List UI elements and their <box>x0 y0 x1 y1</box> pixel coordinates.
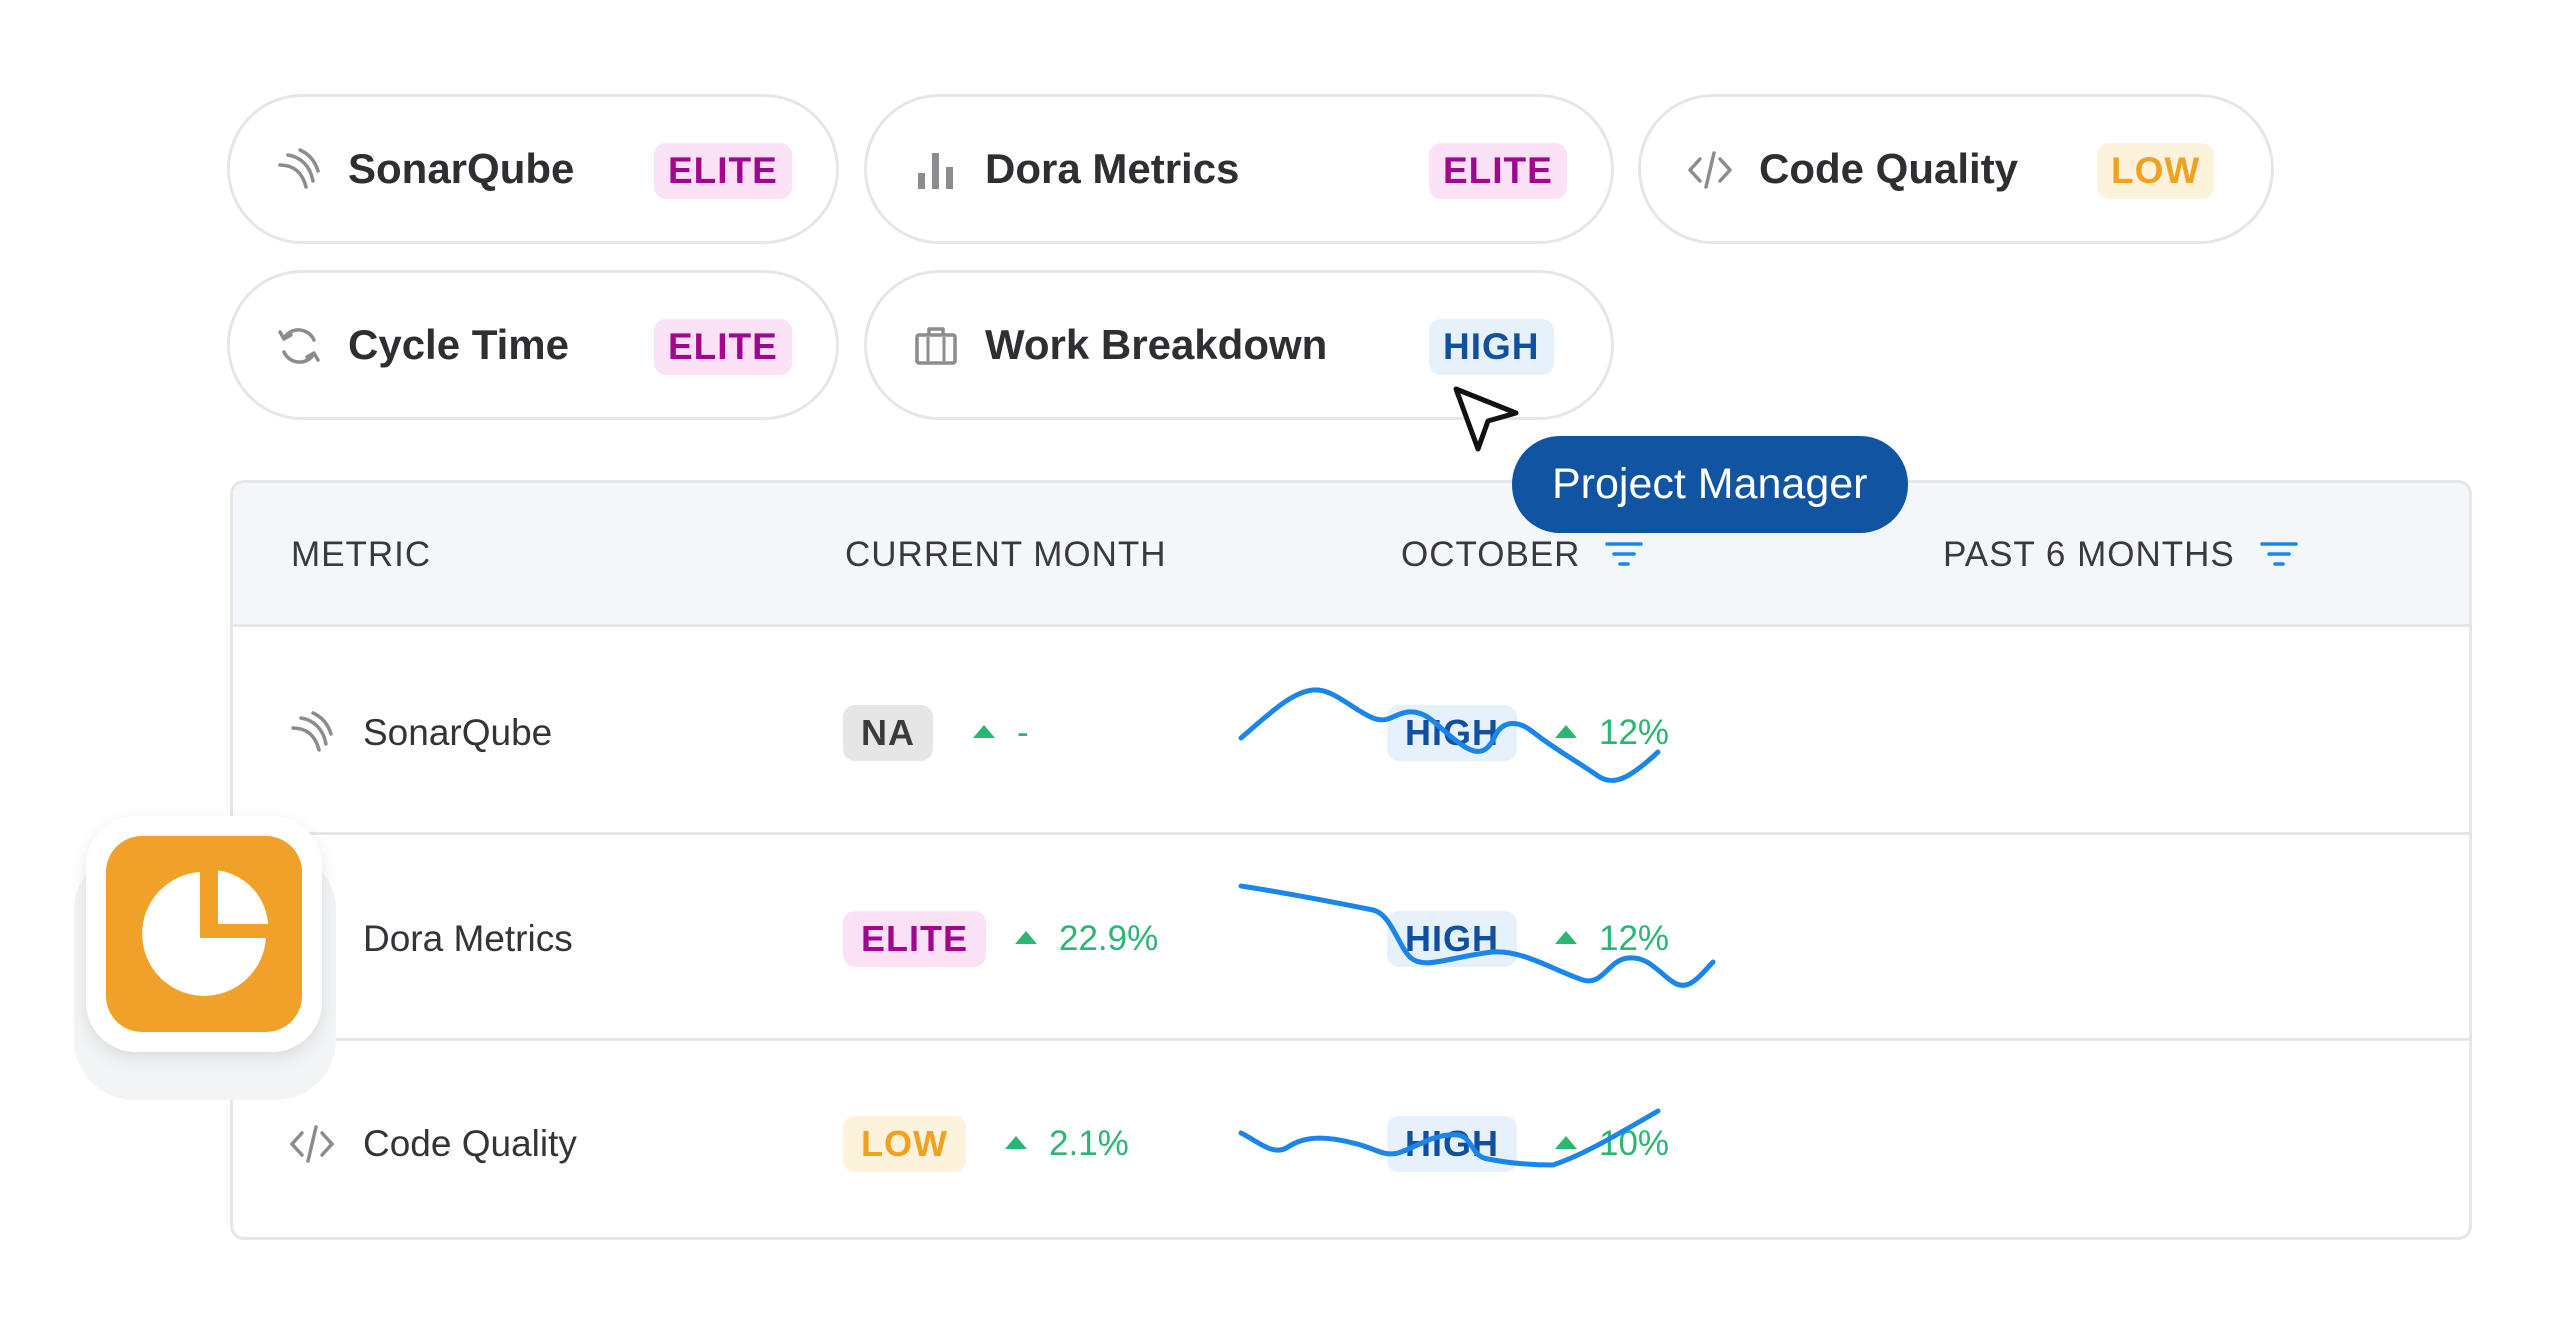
pill-dora-metrics[interactable]: Dora Metrics ELITE <box>864 94 1614 244</box>
metric-label: Code Quality <box>363 1123 577 1164</box>
table-row[interactable]: Dora Metrics ELITE 22.9% HIGH 12% <box>233 836 2469 1041</box>
role-tooltip: Project Manager <box>1512 436 1908 533</box>
pill-cycle-time[interactable]: Cycle Time ELITE <box>227 270 839 420</box>
briefcase-icon <box>915 327 957 365</box>
status-badge: HIGH <box>1429 319 1554 375</box>
change-value: 22.9% <box>1059 919 1159 958</box>
up-arrow-icon <box>973 725 995 738</box>
metric-label: SonarQube <box>363 712 553 753</box>
current-month-badge: LOW <box>843 1116 966 1172</box>
header-metric: METRIC <box>291 535 432 574</box>
status-badge: ELITE <box>654 319 792 375</box>
table-row[interactable]: SonarQube NA - HIGH 12% <box>233 630 2469 835</box>
header-past-6-months-label: PAST 6 MONTHS <box>1943 535 2235 574</box>
status-badge: ELITE <box>654 143 792 199</box>
pill-label: Cycle Time <box>348 321 570 368</box>
header-october-label: OCTOBER <box>1401 535 1581 574</box>
sparkline <box>1238 687 1661 783</box>
pill-label: Code Quality <box>1759 145 2019 192</box>
code-icon <box>1688 151 1732 189</box>
bar-chart-icon <box>918 153 953 189</box>
pie-chart-icon <box>142 868 268 996</box>
filter-icon[interactable] <box>1605 540 1643 568</box>
sonarqube-icon <box>278 148 320 189</box>
app-icon[interactable] <box>106 836 302 1032</box>
sparkline <box>1238 883 1716 988</box>
header-past-6-months[interactable]: PAST 6 MONTHS <box>1943 483 2298 627</box>
change-value: - <box>1017 713 1029 752</box>
current-month-change: 22.9% <box>1015 836 1158 1041</box>
pill-sonarqube[interactable]: SonarQube ELITE <box>227 94 839 244</box>
up-arrow-icon <box>1015 931 1037 944</box>
pill-label: Dora Metrics <box>985 145 1240 192</box>
status-badge: LOW <box>2097 143 2215 199</box>
change-value: 2.1% <box>1049 1124 1129 1163</box>
mouse-cursor-icon <box>1453 386 1519 452</box>
current-month-badge: NA <box>843 705 933 761</box>
up-arrow-icon <box>1005 1136 1027 1149</box>
current-month-badge: ELITE <box>843 911 987 967</box>
header-current-month: CURRENT MONTH <box>845 535 1167 574</box>
sonarqube-icon <box>291 711 333 752</box>
current-month-change: 2.1% <box>1005 1041 1129 1237</box>
code-icon <box>290 1125 334 1163</box>
refresh-icon <box>278 328 320 364</box>
sparkline <box>1238 1108 1661 1168</box>
pill-label: SonarQube <box>348 145 575 192</box>
pill-label: Work Breakdown <box>985 321 1328 368</box>
metric-label: Dora Metrics <box>363 918 573 959</box>
table-header: METRIC CURRENT MONTH OCTOBER PAST 6 MONT… <box>233 483 2469 627</box>
filter-icon[interactable] <box>2259 540 2298 568</box>
current-month-change: - <box>973 630 1029 835</box>
table-row[interactable]: Code Quality LOW 2.1% HIGH 10% <box>233 1041 2469 1237</box>
status-badge: ELITE <box>1429 143 1567 199</box>
metrics-table: METRIC CURRENT MONTH OCTOBER PAST 6 MONT… <box>230 480 2472 1240</box>
pill-code-quality[interactable]: Code Quality LOW <box>1638 94 2274 244</box>
